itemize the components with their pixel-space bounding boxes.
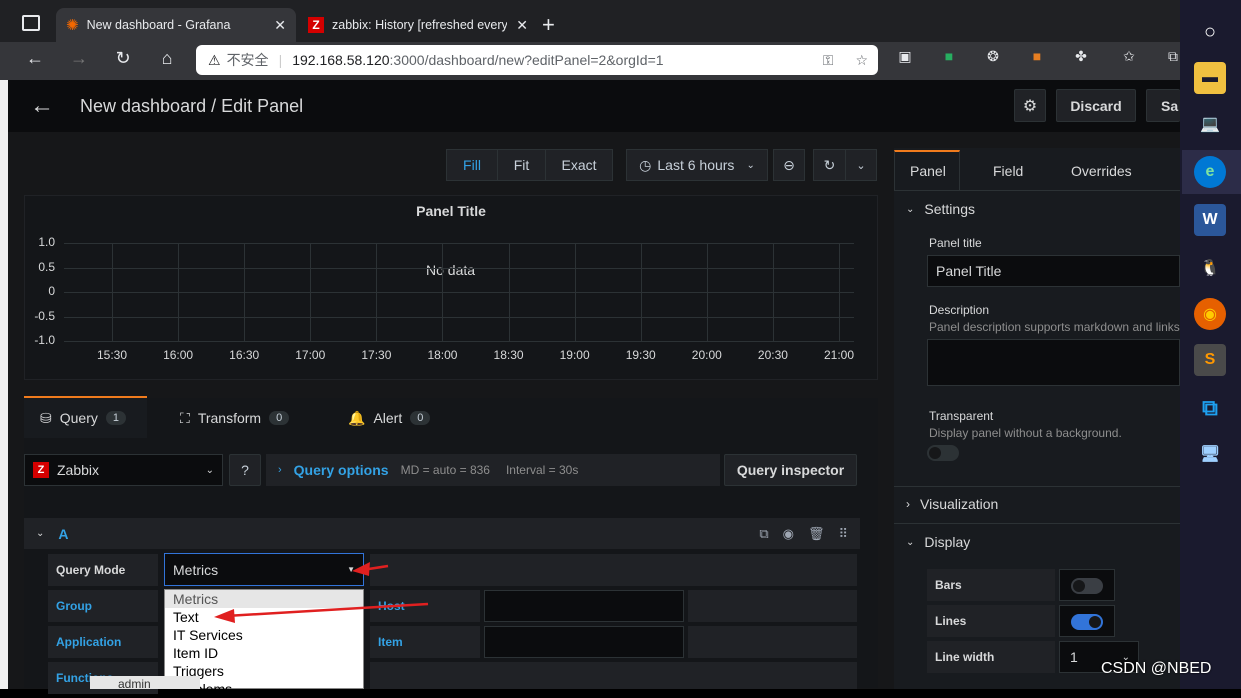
line-width-label: Line width — [927, 641, 1055, 673]
transparent-hint: Display panel without a background. — [929, 426, 1122, 440]
divider — [894, 523, 1180, 524]
bars-label: Bars — [927, 569, 1055, 601]
bars-toggle-box — [1059, 569, 1115, 601]
description-hint: Panel description supports markdown and … — [929, 320, 1180, 334]
arrow-line — [225, 602, 429, 618]
settings-section[interactable]: ⌄ Settings — [906, 201, 975, 217]
description-textarea[interactable] — [927, 339, 1180, 386]
description-label: Description — [929, 303, 990, 317]
divider — [894, 486, 1180, 487]
lines-label: Lines — [927, 605, 1055, 637]
panel-title-label: Panel title — [929, 236, 982, 250]
display-section[interactable]: ⌄ Display — [906, 534, 970, 550]
sublime-icon[interactable]: S — [1194, 344, 1226, 376]
watermark: CSDN @NBED — [1101, 660, 1212, 677]
divider — [894, 190, 1180, 191]
desktop-edge — [0, 80, 8, 689]
tab-field[interactable]: Field — [993, 163, 1023, 179]
vmware-icon[interactable]: ⧉ — [1194, 392, 1226, 424]
panel-title-input[interactable]: Panel Title — [927, 255, 1180, 287]
remote-desktop-icon[interactable]: 🖥 — [1194, 438, 1226, 470]
arrow-head — [352, 562, 370, 576]
computer-icon[interactable]: 💻 — [1194, 108, 1226, 140]
toggle-knob — [1073, 580, 1085, 592]
transparent-toggle[interactable] — [927, 445, 959, 461]
edge-icon[interactable]: e — [1194, 156, 1226, 188]
lines-toggle-box — [1059, 605, 1115, 637]
toggle-knob — [929, 447, 941, 459]
toggle-knob — [1089, 616, 1101, 628]
file-explorer-icon[interactable]: ▬ — [1194, 62, 1226, 94]
tab-panel[interactable]: Panel — [910, 163, 946, 179]
bars-toggle[interactable] — [1071, 578, 1103, 594]
arrow-head — [214, 609, 235, 623]
word-icon[interactable]: W — [1194, 204, 1226, 236]
chevron-down-icon: ⌄ — [906, 203, 915, 215]
lines-toggle[interactable] — [1071, 614, 1103, 630]
firefox-icon[interactable]: ◉ — [1194, 298, 1226, 330]
tab-overrides[interactable]: Overrides — [1071, 163, 1132, 179]
chevron-right-icon: › — [906, 497, 910, 511]
background-window-fragment: admin — [90, 676, 200, 689]
chevron-down-icon: ⌄ — [906, 536, 915, 548]
cortana-icon[interactable]: ○ — [1194, 16, 1226, 48]
qq-icon[interactable]: 🐧 — [1194, 252, 1226, 284]
transparent-label: Transparent — [929, 409, 994, 423]
visualization-section[interactable]: › Visualization — [906, 496, 998, 512]
